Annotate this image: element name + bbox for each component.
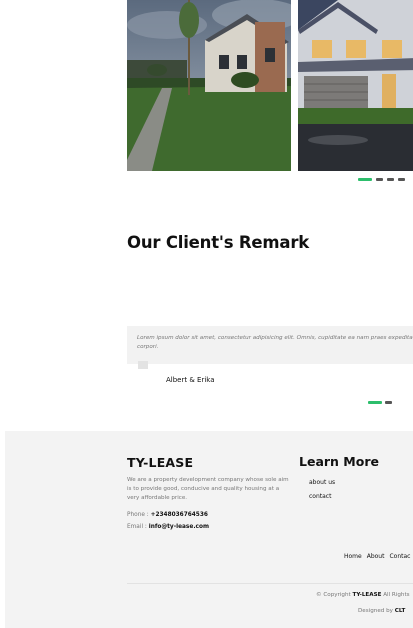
house-photo[interactable] (298, 0, 413, 171)
site-footer: TY-LEASE We are a property development c… (5, 431, 413, 628)
footer-nav-contact[interactable]: Contac (389, 553, 410, 560)
gallery-pager (358, 178, 405, 181)
copyright-suffix: All Rights (383, 592, 410, 598)
pager-dot[interactable] (387, 178, 394, 181)
designed-prefix: Designed by (358, 608, 393, 614)
pager-dot[interactable] (385, 401, 392, 404)
footer-brand: TY-LEASE (127, 455, 194, 470)
footer-divider (127, 583, 413, 584)
footer-phone: Phone : +2348036764536 (127, 512, 208, 518)
copyright-brand: TY-LEASE (352, 592, 382, 598)
designer-name[interactable]: CLT (395, 608, 406, 614)
footer-email: Email : info@ty-lease.com (127, 524, 209, 530)
learn-more-link-contact[interactable]: contact (309, 493, 331, 500)
learn-more-title: Learn More (299, 454, 379, 469)
section-title-client-remark: Our Client's Remark (127, 233, 310, 252)
footer-nav-home[interactable]: Home (344, 553, 362, 560)
testimonial-card: Lorem ipsum dolor sit amet, consectetur … (127, 326, 413, 364)
email-value[interactable]: info@ty-lease.com (149, 524, 209, 530)
pager-dot-active[interactable] (368, 401, 382, 404)
avatar (138, 361, 148, 369)
pager-dot-active[interactable] (358, 178, 372, 181)
property-gallery (127, 0, 413, 171)
copyright-text: © Copyright TY-LEASE All Rights (316, 592, 410, 598)
phone-label: Phone : (127, 512, 149, 518)
footer-nav-about[interactable]: About (367, 553, 385, 560)
phone-value[interactable]: +2348036764536 (151, 512, 208, 518)
testimonial-author: Albert & Erika (166, 376, 215, 384)
footer-nav: Home About Contac (344, 553, 410, 560)
pager-dot[interactable] (376, 178, 383, 181)
pager-dot[interactable] (398, 178, 405, 181)
house-photo[interactable] (127, 0, 291, 171)
footer-about-text: We are a property development company wh… (127, 477, 289, 501)
copyright-prefix: © Copyright (316, 592, 351, 598)
learn-more-link-about-us[interactable]: about us (309, 479, 335, 486)
designed-by-text: Designed by CLT (358, 608, 405, 614)
testimonial-pager (368, 401, 392, 404)
testimonial-quote: Lorem ipsum dolor sit amet, consectetur … (137, 335, 413, 350)
email-label: Email : (127, 524, 147, 530)
